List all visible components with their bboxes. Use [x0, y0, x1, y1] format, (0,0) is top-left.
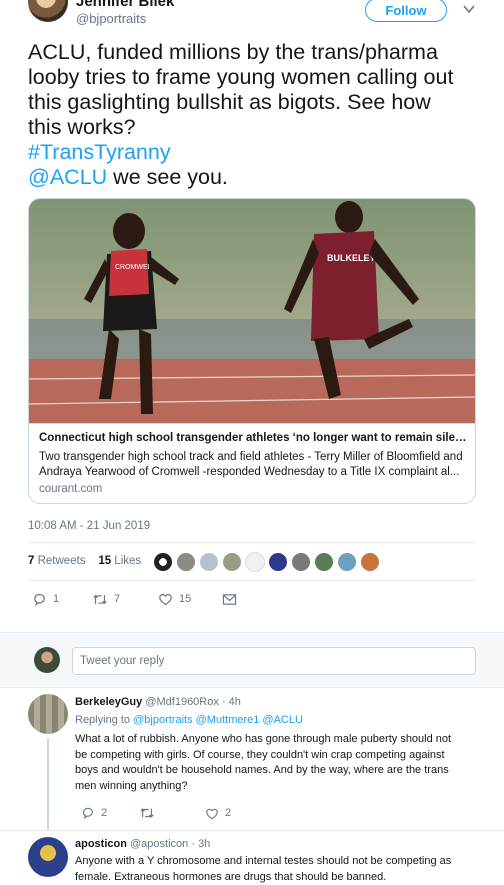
liker-avatar[interactable] [153, 552, 173, 572]
divider [28, 580, 476, 581]
like-count: 2 [225, 807, 231, 819]
reply-avatar[interactable] [28, 694, 68, 734]
liker-avatar[interactable] [360, 552, 380, 572]
follow-button[interactable]: Follow [365, 0, 447, 22]
card-image: CROMWELL BULKELEY [29, 199, 476, 423]
reply-action[interactable]: 1 [32, 590, 59, 608]
likes-count[interactable]: 15 [98, 555, 111, 567]
like-count: 15 [179, 593, 191, 605]
author-handle[interactable]: @bjportraits [76, 11, 146, 26]
retweets-count[interactable]: 7 [28, 555, 34, 567]
card-body: Connecticut high school transgender athl… [29, 423, 476, 504]
tweet-actions: 1 7 15 [28, 590, 476, 610]
author-name[interactable]: Jennifer Bilek [76, 0, 174, 10]
retweet-icon [92, 592, 108, 607]
caret-down-icon[interactable] [462, 2, 476, 16]
tweet-text-line: ACLU, funded millions by the trans/pharm… [28, 40, 488, 65]
reply-tweet[interactable]: BerkeleyGuy @Mdf1960Rox · 4h Replying to… [0, 688, 504, 830]
divider [28, 542, 476, 543]
liker-avatar[interactable] [222, 552, 242, 572]
tweet-text: ACLU, funded millions by the trans/pharm… [28, 40, 488, 190]
author-avatar[interactable] [28, 0, 68, 22]
liker-avatar[interactable] [199, 552, 219, 572]
tweet-text-line: this works? [28, 115, 488, 140]
tweet-text-suffix: we see you. [107, 165, 228, 189]
like-icon [158, 592, 173, 606]
reply-icon [32, 592, 47, 607]
current-user-avatar [34, 647, 60, 673]
reply-author-name[interactable]: aposticon [75, 838, 127, 850]
reply-author-handle[interactable]: @aposticon [130, 838, 188, 850]
reply-action[interactable]: 2 [81, 804, 107, 822]
reply-text-line: boys and wouldn't be household names. An… [75, 763, 475, 779]
liker-avatar[interactable] [245, 552, 265, 572]
card-description-line: Two transgender high school track and fi… [39, 450, 467, 465]
reply-text-line: men winning anything? [75, 779, 475, 795]
replying-to-links[interactable]: @bjportraits @Muttmere1 @ACLU [133, 714, 303, 726]
thread-line [47, 738, 49, 830]
card-title[interactable]: Connecticut high school transgender athl… [39, 432, 467, 444]
reply-text-line: Anyone with a Y chromosome and internal … [75, 854, 475, 870]
reply-count: 2 [101, 807, 107, 819]
reply-count: 1 [53, 593, 59, 605]
like-action[interactable]: 15 [158, 590, 191, 608]
tweet-text-line: this gaslighting bullshit as bigots. See… [28, 90, 488, 115]
tweet-stats: 7 Retweets 15 Likes [28, 555, 141, 567]
reply-input[interactable]: Tweet your reply [72, 647, 476, 675]
retweet-icon [139, 806, 155, 820]
reply-text-line: be competing with girls. Of course, they… [75, 748, 475, 764]
liker-avatar[interactable] [291, 552, 311, 572]
like-action[interactable]: 2 [205, 804, 231, 822]
reply-author-handle[interactable]: @Mdf1960Rox [145, 696, 219, 708]
likes-label[interactable]: Likes [114, 555, 141, 567]
replying-label: Replying to [75, 714, 130, 726]
reply-time[interactable]: · 3h [191, 838, 210, 850]
card-domain: courant.com [39, 483, 467, 495]
mention-link[interactable]: @ACLU [28, 165, 107, 189]
card-description-line: Andraya Yearwood of Cromwell -responded … [39, 465, 467, 480]
reply-composer: Tweet your reply [0, 632, 504, 688]
tweet-timestamp[interactable]: 10:08 AM - 21 Jun 2019 [28, 520, 150, 532]
hashtag-link[interactable]: #TransTyranny [28, 140, 488, 165]
reply-text-line: What a lot of rubbish. Anyone who has go… [75, 732, 475, 748]
reply-icon [81, 806, 95, 820]
reply-text: Anyone with a Y chromosome and internal … [75, 854, 475, 885]
reply-text: What a lot of rubbish. Anyone who has go… [75, 732, 475, 794]
liker-avatar[interactable] [268, 552, 288, 572]
liker-avatar[interactable] [176, 552, 196, 572]
tweet-header: Jennifer Bilek @bjportraits Follow [0, 0, 504, 36]
reply-actions: 2 2 [75, 804, 375, 822]
like-icon [205, 807, 219, 820]
reply-author-name[interactable]: BerkeleyGuy [75, 696, 142, 708]
liker-avatar[interactable] [314, 552, 334, 572]
dm-action[interactable] [222, 590, 237, 608]
right-jersey-text: BULKELEY [327, 253, 376, 263]
card-description: Two transgender high school track and fi… [39, 450, 467, 480]
retweet-count: 7 [114, 593, 120, 605]
reply-text-line: female. Extraneous hormones are drugs th… [75, 870, 475, 885]
retweet-action[interactable]: 7 [92, 590, 120, 608]
dm-icon [222, 593, 237, 606]
reply-tweet[interactable]: aposticon @aposticon · 3h Anyone with a … [0, 831, 504, 880]
reply-avatar[interactable] [28, 837, 68, 877]
liker-avatar[interactable] [337, 552, 357, 572]
tweet-text-line: looby tries to frame young women calling… [28, 65, 488, 90]
reply-time[interactable]: · 4h [222, 696, 241, 708]
retweet-action[interactable] [139, 804, 155, 822]
link-card[interactable]: CROMWELL BULKELEY Connecticut high schoo… [28, 198, 476, 504]
retweets-label[interactable]: Retweets [38, 555, 86, 567]
